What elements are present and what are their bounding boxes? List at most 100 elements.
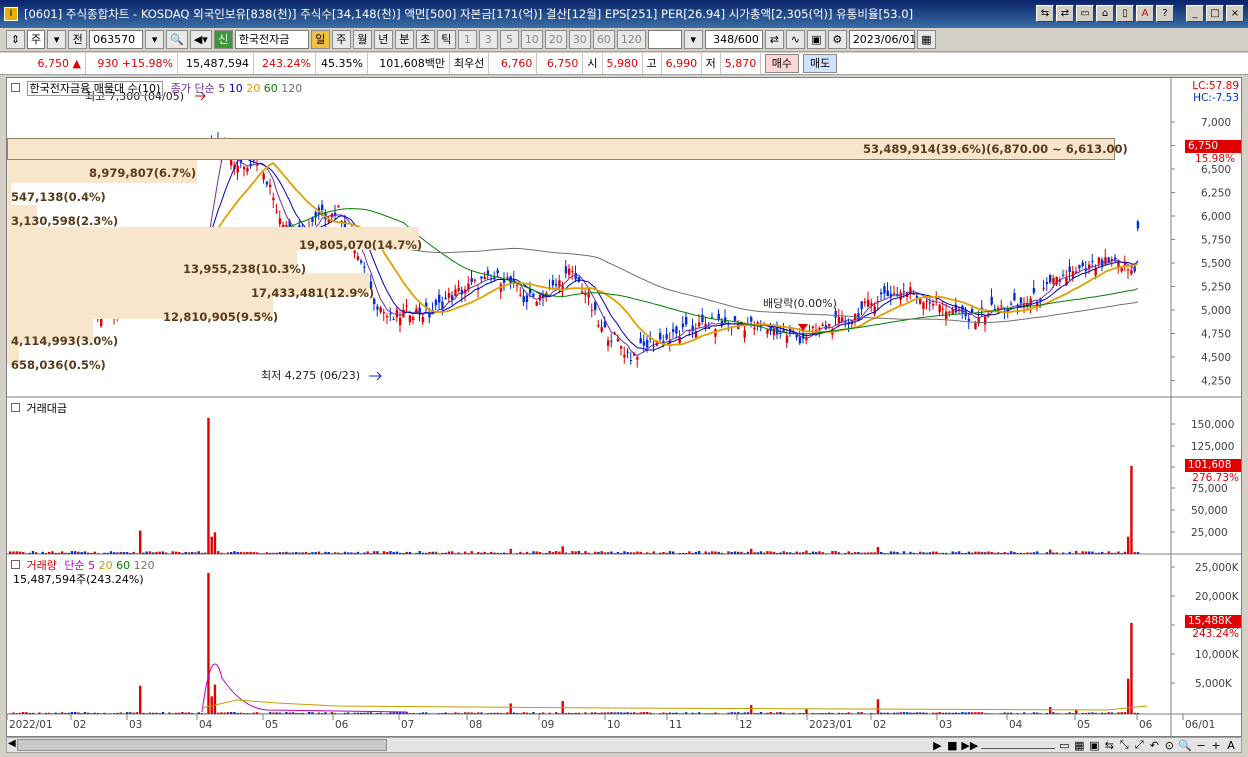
volume-bar	[519, 713, 522, 714]
tool-window-icon[interactable]: ▣	[1088, 739, 1100, 752]
minute-1[interactable]: 1	[457, 30, 477, 49]
save-icon[interactable]: ▣	[806, 30, 826, 49]
custom-dropdown-icon[interactable]: ▾	[683, 30, 703, 49]
volume-bar	[577, 712, 581, 714]
count-input[interactable]: 348/600	[704, 30, 763, 49]
tool-link-icon[interactable]: ⊙	[1163, 739, 1175, 752]
open-label: 시	[583, 53, 603, 74]
font-size-icon[interactable]: A	[1225, 739, 1237, 752]
volume-bar	[717, 713, 720, 714]
code-dropdown-icon[interactable]: ▾	[145, 30, 165, 49]
minute-5[interactable]: 5	[499, 30, 519, 49]
period-day[interactable]: 일	[310, 30, 330, 49]
sell-button[interactable]: 매도	[803, 54, 838, 73]
volume-bar	[889, 713, 893, 714]
amount-bar	[776, 552, 779, 554]
period-tick[interactable]: 틱	[436, 30, 456, 49]
market-select[interactable]: 주	[27, 30, 46, 49]
volume-bar	[220, 712, 223, 714]
pin-icon[interactable]: ⇕	[6, 30, 25, 49]
minute-20[interactable]: 20	[544, 30, 567, 49]
volume-bar	[1016, 713, 1019, 714]
zoom-in-icon[interactable]: +	[1210, 739, 1222, 752]
date-input[interactable]: 2023/06/01	[848, 30, 916, 49]
amount-bar	[350, 552, 353, 554]
minute-60[interactable]: 60	[592, 30, 615, 49]
chart-tool-icon[interactable]: ⇄	[764, 30, 784, 49]
play-icon[interactable]: ▶	[931, 739, 943, 752]
amount-bar	[1081, 551, 1084, 554]
amount-bar	[265, 552, 269, 554]
tool-square-icon[interactable]: ▭	[1058, 739, 1070, 752]
volume-bar	[974, 712, 977, 714]
chart-area[interactable]: 7,000 6,750 6,500 6,250 6,000 5,750 5,500 5,250…	[6, 77, 1242, 737]
font-icon[interactable]: A	[1136, 5, 1154, 22]
period-minute[interactable]: 분	[394, 30, 414, 49]
period-week[interactable]: 주	[331, 30, 351, 49]
stop-icon[interactable]: ■	[946, 739, 958, 752]
tool-diag2-icon[interactable]: ⤢	[1133, 738, 1145, 752]
scroll-thumb[interactable]	[17, 739, 387, 751]
amount-bar	[1010, 551, 1013, 554]
volume-bar	[366, 712, 369, 714]
period-second[interactable]: 초	[415, 30, 435, 49]
amount-bar	[954, 552, 958, 554]
settings-icon[interactable]: ⚙	[827, 30, 847, 49]
amount-bar	[1068, 551, 1071, 554]
volume-bar	[96, 712, 100, 714]
volume-bar	[408, 713, 412, 714]
amount-bar	[678, 552, 681, 554]
tool-back-icon[interactable]: ↶	[1148, 739, 1160, 752]
amount-menu-icon[interactable]	[11, 403, 20, 412]
minute-10[interactable]: 10	[520, 30, 543, 49]
amount-bar	[974, 551, 977, 554]
maximize-button[interactable]: □	[1206, 5, 1224, 22]
zoom-icon[interactable]: 🔍	[1178, 739, 1192, 752]
amount-bar	[574, 551, 577, 554]
volume-bar	[1114, 713, 1117, 714]
tool-arrows-icon[interactable]: ⇆	[1103, 739, 1115, 752]
buy-button[interactable]: 매수	[764, 54, 799, 73]
indicator-icon[interactable]: ∿	[785, 30, 805, 49]
minute-3[interactable]: 3	[478, 30, 498, 49]
amount-bar	[51, 551, 54, 554]
pane-menu-icon[interactable]	[11, 83, 20, 92]
close-button[interactable]: ×	[1226, 5, 1244, 22]
print-icon[interactable]: ▯	[1116, 5, 1134, 22]
link-icon[interactable]: ⇆	[1036, 5, 1054, 22]
volume-bar	[961, 712, 964, 714]
volume-bar	[1110, 712, 1114, 714]
sound-icon[interactable]: ◀▾	[189, 30, 212, 49]
window-icon[interactable]: ▭	[1076, 5, 1094, 22]
chart-scrollbar[interactable]: ◀ ▶ ■ ▶▶ ▭ ▦ ▣ ⇆ ⤡ ⤢ ↶ ⊙ 🔍 − + A	[6, 737, 1242, 753]
stock-code-input[interactable]: 063570	[89, 30, 144, 49]
mode-button[interactable]: 전	[68, 30, 88, 49]
minimize-button[interactable]: _	[1186, 5, 1204, 22]
minute-30[interactable]: 30	[568, 30, 591, 49]
tool-grid-icon[interactable]: ▦	[1073, 739, 1085, 752]
calendar-icon[interactable]: ▦	[916, 30, 936, 49]
x-tick-label: 04	[199, 719, 213, 731]
volume-menu-icon[interactable]	[11, 560, 20, 569]
period-year[interactable]: 년	[373, 30, 393, 49]
help-icon[interactable]: ?	[1156, 5, 1174, 22]
scroll-left-icon[interactable]: ◀	[8, 738, 16, 749]
home-icon[interactable]: ⌂	[1096, 5, 1114, 22]
volume-bar	[67, 712, 70, 714]
amount-bar	[477, 552, 480, 554]
zoom-slider[interactable]	[981, 742, 1056, 749]
custom-period-input[interactable]	[647, 30, 682, 49]
volume-profile-label: 53,489,914(39.6%)(6,870.00 ~ 6,613.00)	[863, 142, 1128, 156]
volume-bar	[301, 712, 304, 714]
fast-forward-icon[interactable]: ▶▶	[961, 739, 978, 752]
window-title: [0601] 주식종합차트 - KOSDAQ 외국인보유[838(천)] 주식수…	[24, 7, 914, 21]
period-month[interactable]: 월	[352, 30, 372, 49]
tool-diag1-icon[interactable]: ⤡	[1118, 738, 1130, 752]
sync-icon[interactable]: ⇄	[1056, 5, 1074, 22]
minute-120[interactable]: 120	[616, 30, 646, 49]
volume-bar	[798, 712, 802, 714]
zoom-out-icon[interactable]: −	[1195, 739, 1207, 752]
amount-bar	[278, 552, 282, 554]
market-dropdown-icon[interactable]: ▾	[47, 30, 67, 49]
search-icon[interactable]: 🔍	[166, 30, 188, 49]
